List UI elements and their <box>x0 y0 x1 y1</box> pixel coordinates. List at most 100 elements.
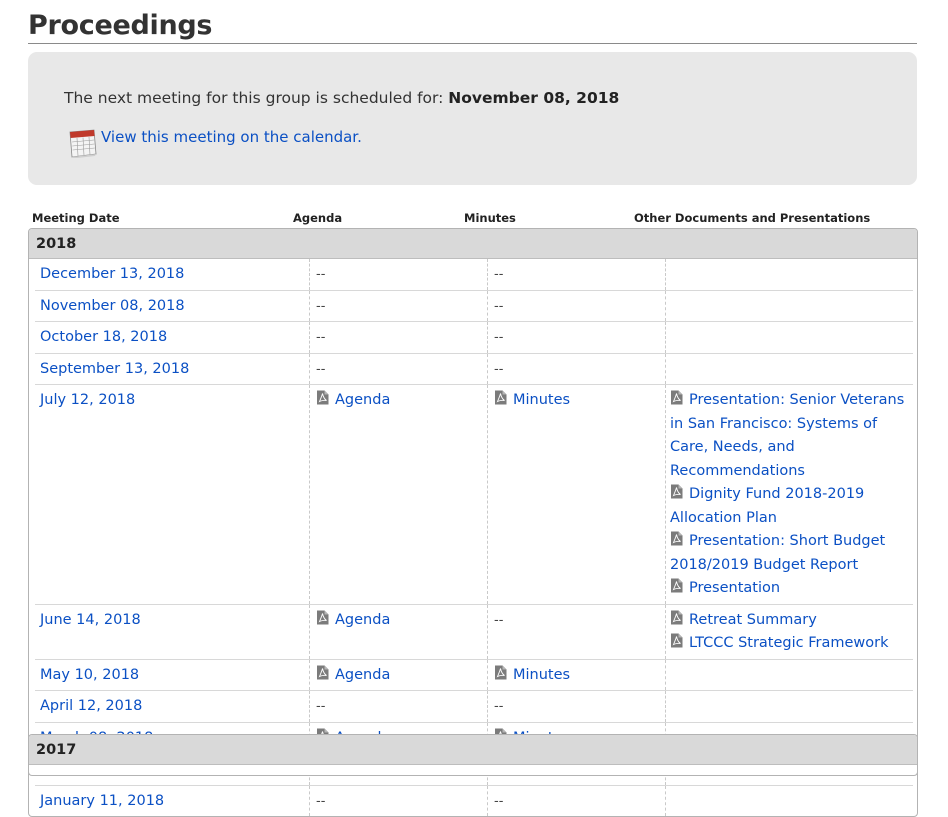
other-documents-cell <box>665 321 913 354</box>
meeting-date-cell: October 18, 2018 <box>35 321 310 354</box>
page-title: Proceedings <box>28 10 213 41</box>
year-header: 2017 <box>29 735 917 765</box>
minutes-empty: -- <box>494 361 504 377</box>
document-link[interactable]: Retreat Summary <box>689 612 817 628</box>
next-meeting-prefix: The next meeting for this group is sched… <box>64 89 449 107</box>
meeting-date-link[interactable]: October 18, 2018 <box>40 329 167 345</box>
document-item: Presentation <box>670 577 913 601</box>
minutes-cell: -- <box>487 604 666 660</box>
document-item: Presentation: Senior Veterans in San Fra… <box>670 389 913 483</box>
meeting-date-link[interactable]: January 11, 2018 <box>40 793 164 809</box>
agenda-link[interactable]: Agenda <box>335 392 390 408</box>
meeting-date-cell: December 13, 2018 <box>35 259 310 291</box>
agenda-empty: -- <box>316 793 326 809</box>
agenda-link[interactable]: Agenda <box>335 612 390 628</box>
next-meeting-text: The next meeting for this group is sched… <box>64 89 619 107</box>
agenda-cell: Agenda <box>309 604 488 660</box>
minutes-empty: -- <box>494 612 504 628</box>
document-item: Retreat Summary <box>670 609 913 633</box>
meeting-row: December 13, 2018 -- -- <box>35 259 913 291</box>
meeting-row: July 12, 2018 Agenda Minutes Presentation: … <box>35 384 913 605</box>
meeting-row: November 08, 2018 -- -- <box>35 290 913 322</box>
other-documents-cell <box>665 785 913 816</box>
other-documents-cell: Presentation: Senior Veterans in San Fra… <box>665 384 913 605</box>
agenda-cell: Agenda <box>309 384 488 605</box>
meeting-date-cell: January 11, 2018 <box>35 785 310 816</box>
meeting-date-link[interactable]: April 12, 2018 <box>40 698 142 714</box>
meeting-row: January 11, 2018 -- -- <box>35 785 913 816</box>
next-meeting-panel: The next meeting for this group is sched… <box>28 52 917 185</box>
meeting-row: September 13, 2018 -- -- <box>35 353 913 385</box>
meeting-date-link[interactable]: May 10, 2018 <box>40 667 139 683</box>
other-documents-cell: Retreat Summary LTCCC Strategic Framework <box>665 604 913 660</box>
document-link[interactable]: LTCCC Strategic Framework <box>689 635 889 651</box>
pdf-icon <box>670 484 683 499</box>
meeting-date-link[interactable]: July 12, 2018 <box>40 392 135 408</box>
pdf-icon <box>494 665 507 680</box>
other-documents-cell <box>665 659 913 691</box>
minutes-cell: -- <box>487 290 666 322</box>
other-documents-cell <box>665 353 913 385</box>
minutes-cell: -- <box>487 321 666 354</box>
document-item: LTCCC Strategic Framework <box>670 632 913 656</box>
meeting-date-cell: July 12, 2018 <box>35 384 310 605</box>
agenda-empty: -- <box>316 361 326 377</box>
other-documents-cell <box>665 690 913 723</box>
agenda-cell: -- <box>309 690 488 723</box>
other-documents-cell <box>665 290 913 322</box>
minutes-empty: -- <box>494 298 504 314</box>
document-link[interactable]: Dignity Fund 2018-2019 Allocation Plan <box>670 486 864 526</box>
pdf-icon <box>670 531 683 546</box>
meeting-date-cell: November 08, 2018 <box>35 290 310 322</box>
minutes-cell: Minutes <box>487 384 666 605</box>
minutes-cell: Minutes <box>487 659 666 691</box>
meeting-date-link[interactable]: June 14, 2018 <box>40 612 141 628</box>
meeting-row: April 12, 2018 -- -- <box>35 690 913 723</box>
meeting-row: June 14, 2018 Agenda -- Retreat Summary LTCC… <box>35 604 913 660</box>
minutes-link[interactable]: Minutes <box>513 667 570 683</box>
pdf-icon <box>670 390 683 405</box>
calendar-icon <box>69 129 97 158</box>
agenda-empty: -- <box>316 330 326 345</box>
document-link[interactable]: Presentation <box>689 580 780 596</box>
meeting-row: October 18, 2018 -- -- <box>35 321 913 354</box>
minutes-cell: -- <box>487 259 666 291</box>
column-header-minutes: Minutes <box>464 211 516 225</box>
pdf-icon <box>670 578 683 593</box>
minutes-link[interactable]: Minutes <box>513 392 570 408</box>
agenda-cell: -- <box>309 785 488 816</box>
pdf-icon <box>316 390 329 405</box>
agenda-cell: -- <box>309 321 488 354</box>
document-link[interactable]: Presentation: Short Budget 2018/2019 Bud… <box>670 533 885 573</box>
minutes-empty: -- <box>494 330 504 345</box>
minutes-empty: -- <box>494 793 504 809</box>
year-header: 2018 <box>29 229 917 259</box>
agenda-empty: -- <box>316 267 326 282</box>
year-section-2017: 2017 <box>28 734 918 776</box>
column-header-agenda: Agenda <box>293 211 343 225</box>
view-calendar-link[interactable]: View this meeting on the calendar. <box>101 128 362 146</box>
document-item: Dignity Fund 2018-2019 Allocation Plan <box>670 483 913 530</box>
minutes-cell: -- <box>487 690 666 723</box>
pdf-icon <box>670 610 683 625</box>
meeting-date-cell: June 14, 2018 <box>35 604 310 660</box>
agenda-cell: -- <box>309 290 488 322</box>
minutes-cell: -- <box>487 353 666 385</box>
meeting-date-link[interactable]: November 08, 2018 <box>40 298 185 314</box>
agenda-link[interactable]: Agenda <box>335 667 390 683</box>
other-documents-cell <box>665 259 913 291</box>
agenda-cell: -- <box>309 259 488 291</box>
meetings-table: December 13, 2018 -- -- November 08, 2018 --… <box>35 259 913 816</box>
document-link[interactable]: Presentation: Senior Veterans in San Fra… <box>670 392 904 479</box>
pdf-icon <box>316 610 329 625</box>
title-divider <box>28 43 917 44</box>
column-header-meeting-date: Meeting Date <box>32 211 120 225</box>
meeting-date-cell: May 10, 2018 <box>35 659 310 691</box>
next-meeting-date: November 08, 2018 <box>448 89 620 107</box>
minutes-cell: -- <box>487 785 666 816</box>
minutes-empty: -- <box>494 699 504 714</box>
agenda-empty: -- <box>316 298 326 314</box>
meeting-date-link[interactable]: December 13, 2018 <box>40 266 184 282</box>
meeting-date-link[interactable]: September 13, 2018 <box>40 361 189 377</box>
document-item: Presentation: Short Budget 2018/2019 Bud… <box>670 530 913 577</box>
